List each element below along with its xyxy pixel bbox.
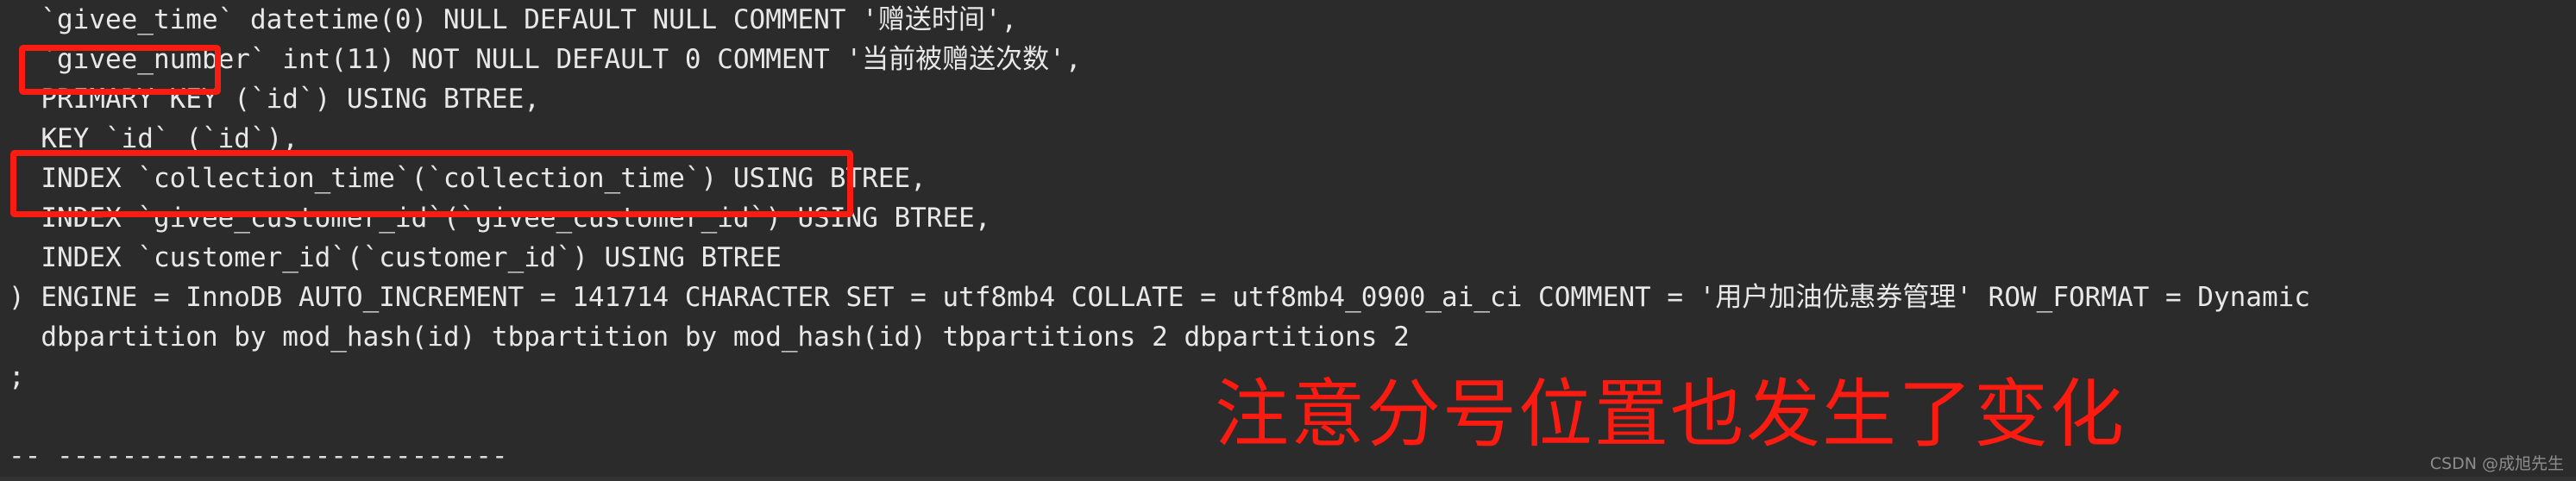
code-line: `givee_number` int(11) NOT NULL DEFAULT … [9,44,1082,75]
code-line-key-id: KEY `id` (`id`), [9,123,298,154]
code-line-engine: ) ENGINE = InnoDB AUTO_INCREMENT = 14171… [9,282,2310,313]
csdn-watermark: CSDN @成旭先生 [2429,454,2564,473]
bottom-divider [0,477,2576,481]
code-line: PRIMARY KEY (`id`) USING BTREE, [9,84,540,115]
code-line: `givee_time` datetime(0) NULL DEFAULT NU… [9,4,1018,35]
code-line: INDEX `customer_id`(`customer_id`) USING… [9,242,782,273]
code-line-dbpartition: dbpartition by mod_hash(id) tbpartition … [9,322,1410,353]
code-editor-screenshot: `givee_time` datetime(0) NULL DEFAULT NU… [0,0,2576,481]
code-line: INDEX `givee_customer_id`(`givee_custome… [9,203,991,234]
code-line: INDEX `collection_time`(`collection_time… [9,163,927,194]
annotation-note: 注意分号位置也发生了变化 [1215,372,2126,458]
